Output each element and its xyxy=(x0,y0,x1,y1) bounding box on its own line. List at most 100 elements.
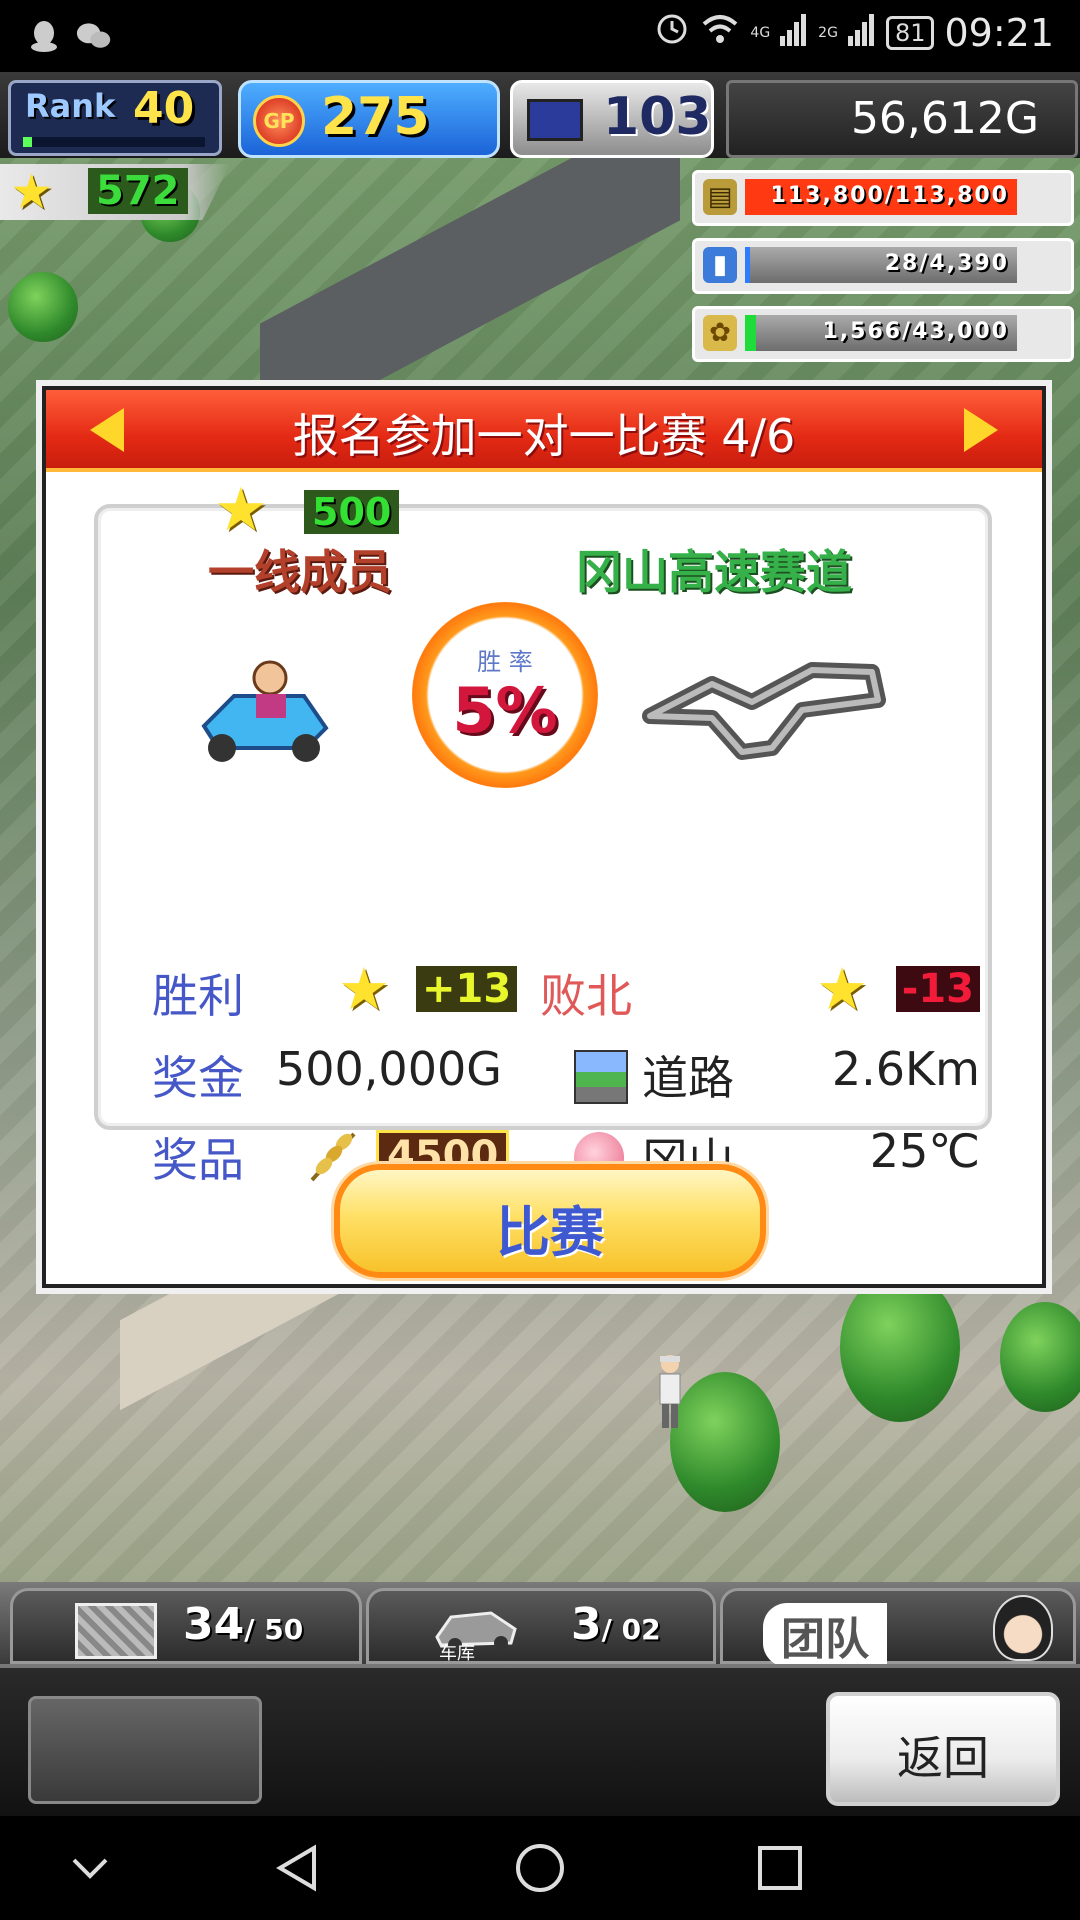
required-stars-value: 500 xyxy=(304,490,400,534)
garage-count-value: 3 xyxy=(571,1599,602,1650)
wifi-icon xyxy=(700,11,740,55)
status-notification-icons xyxy=(26,18,112,54)
prize-money-row: 奖金 500,000G 道路 2.6Km xyxy=(152,1042,1000,1106)
next-race-arrow-icon[interactable] xyxy=(964,408,998,452)
empty-slot-button[interactable] xyxy=(28,1696,262,1804)
gp-coin-icon: GP xyxy=(253,95,305,147)
crate-icon xyxy=(75,1603,157,1659)
hide-nav-chevron-icon[interactable] xyxy=(62,1840,118,1896)
tree xyxy=(840,1272,960,1422)
team-tab[interactable]: 团队 xyxy=(720,1588,1076,1667)
result-points-row: 胜利 ★ +13 败北 ★ -13 xyxy=(152,960,1000,1024)
status-bar: 4G 2G 81 09:21 xyxy=(0,0,1080,72)
dialog-header: 报名参加一对一比赛 4/6 xyxy=(46,390,1042,472)
lose-label: 败北 xyxy=(540,969,632,1023)
alarm-icon xyxy=(654,10,690,55)
win-points: +13 xyxy=(416,966,518,1012)
resource-value: 1,566/43,000 xyxy=(822,319,1009,344)
resource-fill xyxy=(745,247,751,283)
parts-count-value: 34 xyxy=(183,1599,245,1650)
tree xyxy=(8,272,78,342)
dialog-title: 报名参加一对一比赛 4/6 xyxy=(292,409,796,463)
bottom-tabs: 34/ 50 车库 3/ 02 团队 xyxy=(0,1582,1080,1667)
win-label: 胜利 xyxy=(152,969,244,1023)
pedestrian-sprite[interactable] xyxy=(650,1352,690,1432)
tree xyxy=(1000,1302,1080,1412)
money-value: 56,612G xyxy=(850,93,1039,144)
battery-indicator: 81 xyxy=(885,15,935,50)
prize-item-label: 奖品 xyxy=(152,1133,244,1187)
track-name: 冈山高速赛道 xyxy=(576,545,852,599)
win-rate-badge: 胜 率 5% xyxy=(412,602,598,788)
track-layout-icon xyxy=(642,662,886,760)
parts-count: 34/ 50 xyxy=(183,1599,303,1650)
resource-value: 28/4,390 xyxy=(884,251,1009,276)
bottom-action-panel: 返回 xyxy=(0,1664,1080,1816)
wechat-icon xyxy=(76,18,112,54)
resource-fill xyxy=(745,315,756,351)
road-icon xyxy=(574,1050,628,1104)
garage-max: / 02 xyxy=(601,1613,661,1646)
gp-panel[interactable]: GP 275 xyxy=(238,80,500,158)
back-button[interactable]: 返回 xyxy=(826,1692,1060,1806)
race-entry-dialog: 报名参加一对一比赛 4/6 ★ 500 一线成员 冈山高速赛道 胜 率 5% 胜… xyxy=(42,386,1046,1288)
win-rate-value: 5% xyxy=(452,674,558,747)
prize-money-value: 500,000G xyxy=(276,1042,502,1096)
race-button-label: 比赛 xyxy=(496,1201,604,1264)
signal-bars-icon xyxy=(780,11,808,55)
avatar xyxy=(993,1595,1053,1661)
road-label: 道路 xyxy=(642,1051,734,1105)
back-triangle-icon[interactable] xyxy=(270,1840,326,1896)
qq-icon xyxy=(26,18,62,54)
oil-barrel-icon: ▤ xyxy=(703,179,737,215)
fan-stars-value: 572 xyxy=(88,168,188,214)
resource-track: 113,800/113,800 xyxy=(745,179,1017,215)
gp-value: 275 xyxy=(321,87,430,147)
opponent-rank: 一线成员 xyxy=(208,545,392,599)
star-icon: ★ xyxy=(338,955,390,1023)
clock: 09:21 xyxy=(944,10,1054,55)
parts-tab[interactable]: 34/ 50 xyxy=(10,1588,362,1664)
kart-driver-sprite xyxy=(201,660,329,762)
back-button-label: 返回 xyxy=(897,1731,989,1785)
system-navigation-bar xyxy=(0,1816,1080,1920)
resource-track: 1,566/43,000 xyxy=(745,315,1017,351)
rank-progress-bar xyxy=(23,137,205,147)
top-hud: Rank 40 GP 275 103 56,612G xyxy=(0,72,1080,158)
team-label: 团队 xyxy=(763,1603,887,1667)
signal-4g-label: 4G xyxy=(750,24,771,41)
home-circle-icon[interactable] xyxy=(512,1840,568,1896)
star-icon: ★ xyxy=(816,955,868,1023)
star-icon: ★ xyxy=(10,164,54,220)
recents-square-icon[interactable] xyxy=(752,1840,808,1896)
garage-tab[interactable]: 车库 3/ 02 xyxy=(366,1588,716,1664)
computer-icon xyxy=(527,99,583,141)
parts-max: / 50 xyxy=(244,1613,304,1646)
fuel-bottle-icon: ▮ xyxy=(703,247,737,283)
status-system-icons: 4G 2G 81 09:21 xyxy=(654,10,1054,55)
research-points-panel[interactable]: 103 xyxy=(510,80,714,158)
wheat-icon: ✿ xyxy=(703,315,737,351)
garage-label: 车库 xyxy=(439,1643,475,1664)
rank-progress-fill xyxy=(23,137,33,147)
resource-track: 28/4,390 xyxy=(745,247,1017,283)
garage-count: 3/ 02 xyxy=(571,1599,661,1650)
signal-2g-label: 2G xyxy=(818,24,838,41)
prize-money-label: 奖金 xyxy=(152,1051,244,1105)
race-button[interactable]: 比赛 xyxy=(334,1164,766,1278)
money-panel: 56,612G xyxy=(726,80,1078,158)
game-viewport[interactable]: Rank 40 GP 275 103 56,612G ★ 572 ▤ 113,8… xyxy=(0,72,1080,1816)
rank-label: Rank xyxy=(25,87,116,125)
rank-panel[interactable]: Rank 40 xyxy=(8,80,222,156)
resource-bar-oil[interactable]: ▤ 113,800/113,800 xyxy=(692,170,1074,226)
resource-bar-fuel[interactable]: ▮ 28/4,390 xyxy=(692,238,1074,294)
win-rate-label: 胜 率 xyxy=(477,648,533,676)
distance-value: 2.6Km xyxy=(831,1042,980,1096)
resource-value: 113,800/113,800 xyxy=(770,183,1009,208)
research-points-value: 103 xyxy=(603,87,712,147)
rank-value: 40 xyxy=(133,83,195,134)
temperature-value: 25℃ xyxy=(869,1124,980,1178)
lose-points: -13 xyxy=(895,966,980,1012)
resource-bar-wheat[interactable]: ✿ 1,566/43,000 xyxy=(692,306,1074,362)
required-star-icon: ★ xyxy=(214,475,268,545)
